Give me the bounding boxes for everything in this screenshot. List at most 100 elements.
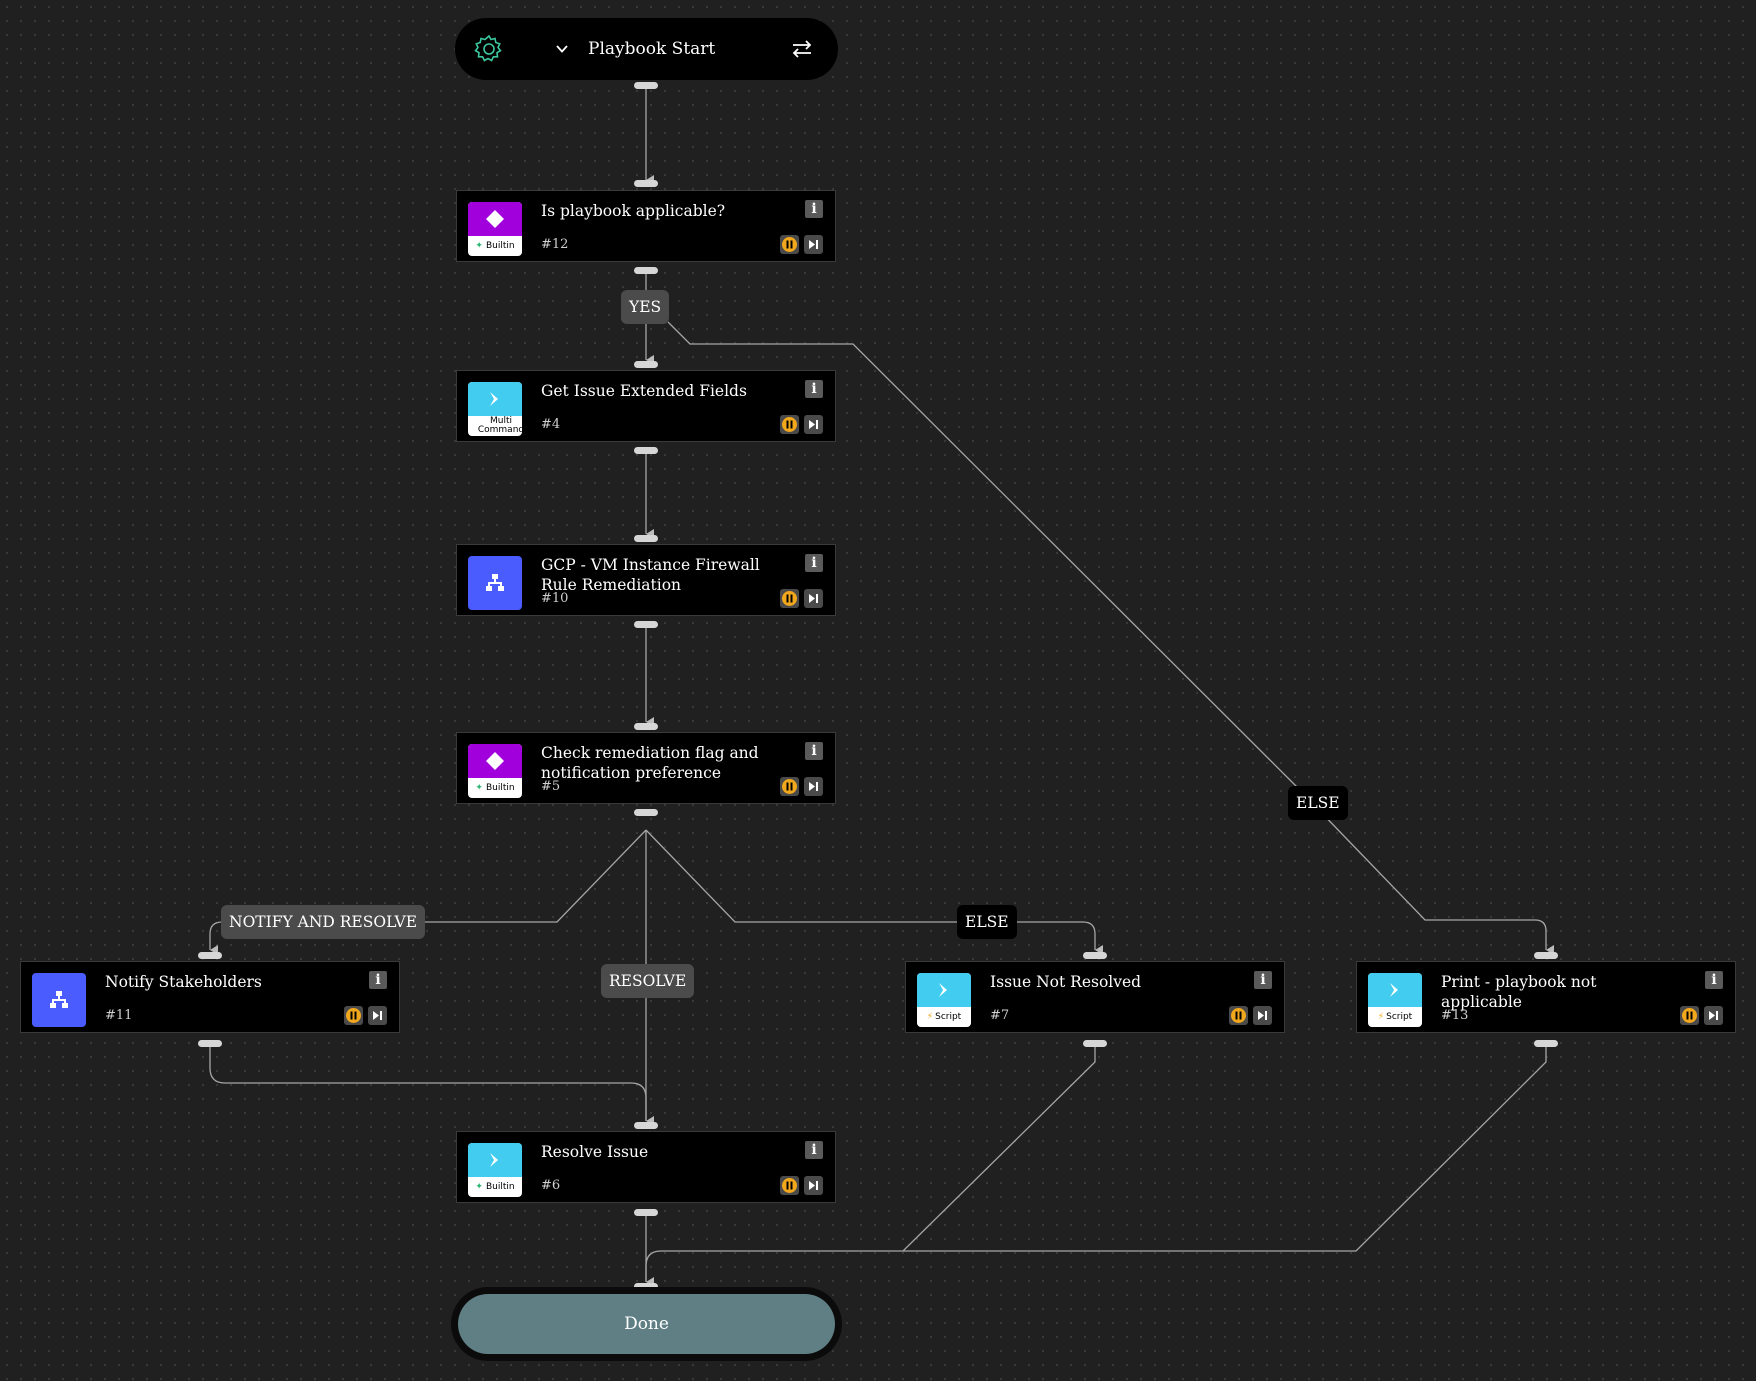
task-number: #12 — [541, 237, 569, 252]
task-number: #7 — [990, 1008, 1010, 1023]
skip-task-icon[interactable] — [1253, 1006, 1272, 1025]
port[interactable] — [634, 621, 658, 628]
task-node-12[interactable]: ✦ Builtin Is playbook applicable? #12 i — [456, 190, 836, 262]
task-title: Get Issue Extended Fields — [541, 382, 747, 400]
swap-arrows-icon[interactable] — [791, 38, 813, 60]
task-node-11[interactable]: Notify Stakeholders #11 i — [20, 961, 400, 1033]
task-node-7[interactable]: ⚡ Script Issue Not Resolved #7 i — [905, 961, 1285, 1033]
task-title: Check remediation flag and notification … — [541, 744, 759, 782]
command-task-tile: Multi Command — [468, 382, 522, 436]
breakpoint-icon[interactable] — [344, 1006, 363, 1025]
edge-label-else-mid[interactable]: ELSE — [957, 905, 1017, 939]
breakpoint-icon[interactable] — [780, 777, 799, 796]
skip-task-icon[interactable] — [804, 589, 823, 608]
script-badge-icon: ⚡ — [1377, 1011, 1385, 1022]
info-icon[interactable]: i — [805, 200, 823, 218]
skip-task-icon[interactable] — [1704, 1006, 1723, 1025]
task-title: GCP - VM Instance Firewall Rule Remediat… — [541, 556, 760, 594]
port[interactable] — [634, 1122, 658, 1129]
port[interactable] — [634, 809, 658, 816]
port[interactable] — [634, 723, 658, 730]
port[interactable] — [1534, 952, 1558, 959]
tile-badge: Script — [1386, 1011, 1413, 1022]
skip-task-icon[interactable] — [804, 777, 823, 796]
skip-task-icon[interactable] — [368, 1006, 387, 1025]
breakpoint-icon[interactable] — [1229, 1006, 1248, 1025]
sub-playbook-tile — [468, 556, 522, 610]
skip-task-icon[interactable] — [804, 415, 823, 434]
edge-label-else-top[interactable]: ELSE — [1288, 786, 1348, 820]
task-node-10[interactable]: GCP - VM Instance Firewall Rule Remediat… — [456, 544, 836, 616]
edge-label-notify-and-resolve[interactable]: NOTIFY AND RESOLVE — [221, 905, 426, 939]
port[interactable] — [634, 1209, 658, 1216]
info-icon[interactable]: i — [805, 742, 823, 760]
port[interactable] — [1083, 1040, 1107, 1047]
edge-label-resolve[interactable]: RESOLVE — [601, 964, 695, 998]
skip-task-icon[interactable] — [804, 235, 823, 254]
edge-5-to-7 — [645, 829, 1103, 955]
port[interactable] — [1083, 952, 1107, 959]
breakpoint-icon[interactable] — [780, 589, 799, 608]
chevron-right-icon — [490, 1153, 498, 1167]
task-node-6[interactable]: ✦ Builtin Resolve Issue #6 i — [456, 1131, 836, 1203]
builtin-badge-icon: ✦ — [475, 240, 483, 251]
port[interactable] — [634, 180, 658, 187]
task-number: #5 — [541, 779, 561, 794]
chevron-down-icon[interactable] — [554, 41, 570, 57]
tile-badge: Builtin — [485, 240, 515, 251]
port[interactable] — [1534, 1040, 1558, 1047]
info-icon[interactable]: i — [1254, 971, 1272, 989]
info-icon[interactable]: i — [805, 1141, 823, 1159]
sub-playbook-tile — [32, 973, 86, 1027]
breakpoint-icon[interactable] — [780, 235, 799, 254]
skip-task-icon[interactable] — [804, 1176, 823, 1195]
builtin-command-tile: ✦ Builtin — [468, 1143, 522, 1197]
diamond-icon — [486, 752, 504, 770]
edge-label-yes[interactable]: YES — [621, 290, 670, 324]
breakpoint-icon[interactable] — [1680, 1006, 1699, 1025]
port[interactable] — [634, 535, 658, 542]
task-title: Print - playbook not applicable — [1441, 973, 1597, 1011]
task-number: #11 — [105, 1008, 133, 1023]
info-icon[interactable]: i — [805, 380, 823, 398]
tile-badge: Builtin — [485, 782, 515, 793]
sub-playbook-icon — [486, 574, 504, 591]
task-title: Issue Not Resolved — [990, 973, 1142, 991]
gear-icon[interactable] — [473, 33, 505, 65]
port[interactable] — [634, 82, 658, 89]
script-task-tile: ⚡ Script — [1368, 973, 1422, 1027]
task-number: #6 — [541, 1178, 561, 1193]
diamond-icon — [486, 210, 504, 228]
done-node[interactable]: Done — [451, 1287, 842, 1361]
playbook-start-title: Playbook Start — [588, 39, 716, 59]
builtin-task-tile: ✦ Builtin — [468, 202, 522, 256]
info-icon[interactable]: i — [805, 554, 823, 572]
task-node-4[interactable]: Multi Command Get Issue Extended Fields … — [456, 370, 836, 442]
breakpoint-icon[interactable] — [780, 1176, 799, 1195]
builtin-task-tile: ✦ Builtin — [468, 744, 522, 798]
playbook-start-node[interactable]: Playbook Start — [455, 18, 838, 80]
script-task-tile: ⚡ Script — [917, 973, 971, 1027]
task-title: Is playbook applicable? — [541, 202, 726, 220]
edge-13-to-done — [903, 1047, 1547, 1252]
breakpoint-icon[interactable] — [780, 415, 799, 434]
task-node-13[interactable]: ⚡ Script Print - playbook not applicable … — [1356, 961, 1736, 1033]
task-title: Notify Stakeholders — [105, 973, 262, 991]
script-badge-icon: ⚡ — [926, 1011, 934, 1022]
info-icon[interactable]: i — [1705, 971, 1723, 989]
info-icon[interactable]: i — [369, 971, 387, 989]
builtin-badge-icon: ✦ — [475, 782, 483, 793]
port[interactable] — [198, 952, 222, 959]
task-number: #4 — [541, 417, 561, 432]
chevron-right-icon — [490, 392, 498, 406]
task-title: Resolve Issue — [541, 1143, 649, 1161]
done-label: Done — [458, 1294, 835, 1354]
port[interactable] — [634, 267, 658, 274]
port[interactable] — [634, 447, 658, 454]
edge-11-to-6 — [209, 1047, 647, 1121]
task-node-5[interactable]: ✦ Builtin Check remediation flag and noti… — [456, 732, 836, 804]
task-number: #13 — [1441, 1008, 1469, 1023]
port[interactable] — [198, 1040, 222, 1047]
port[interactable] — [634, 361, 658, 368]
builtin-badge-icon: ✦ — [475, 1181, 483, 1192]
